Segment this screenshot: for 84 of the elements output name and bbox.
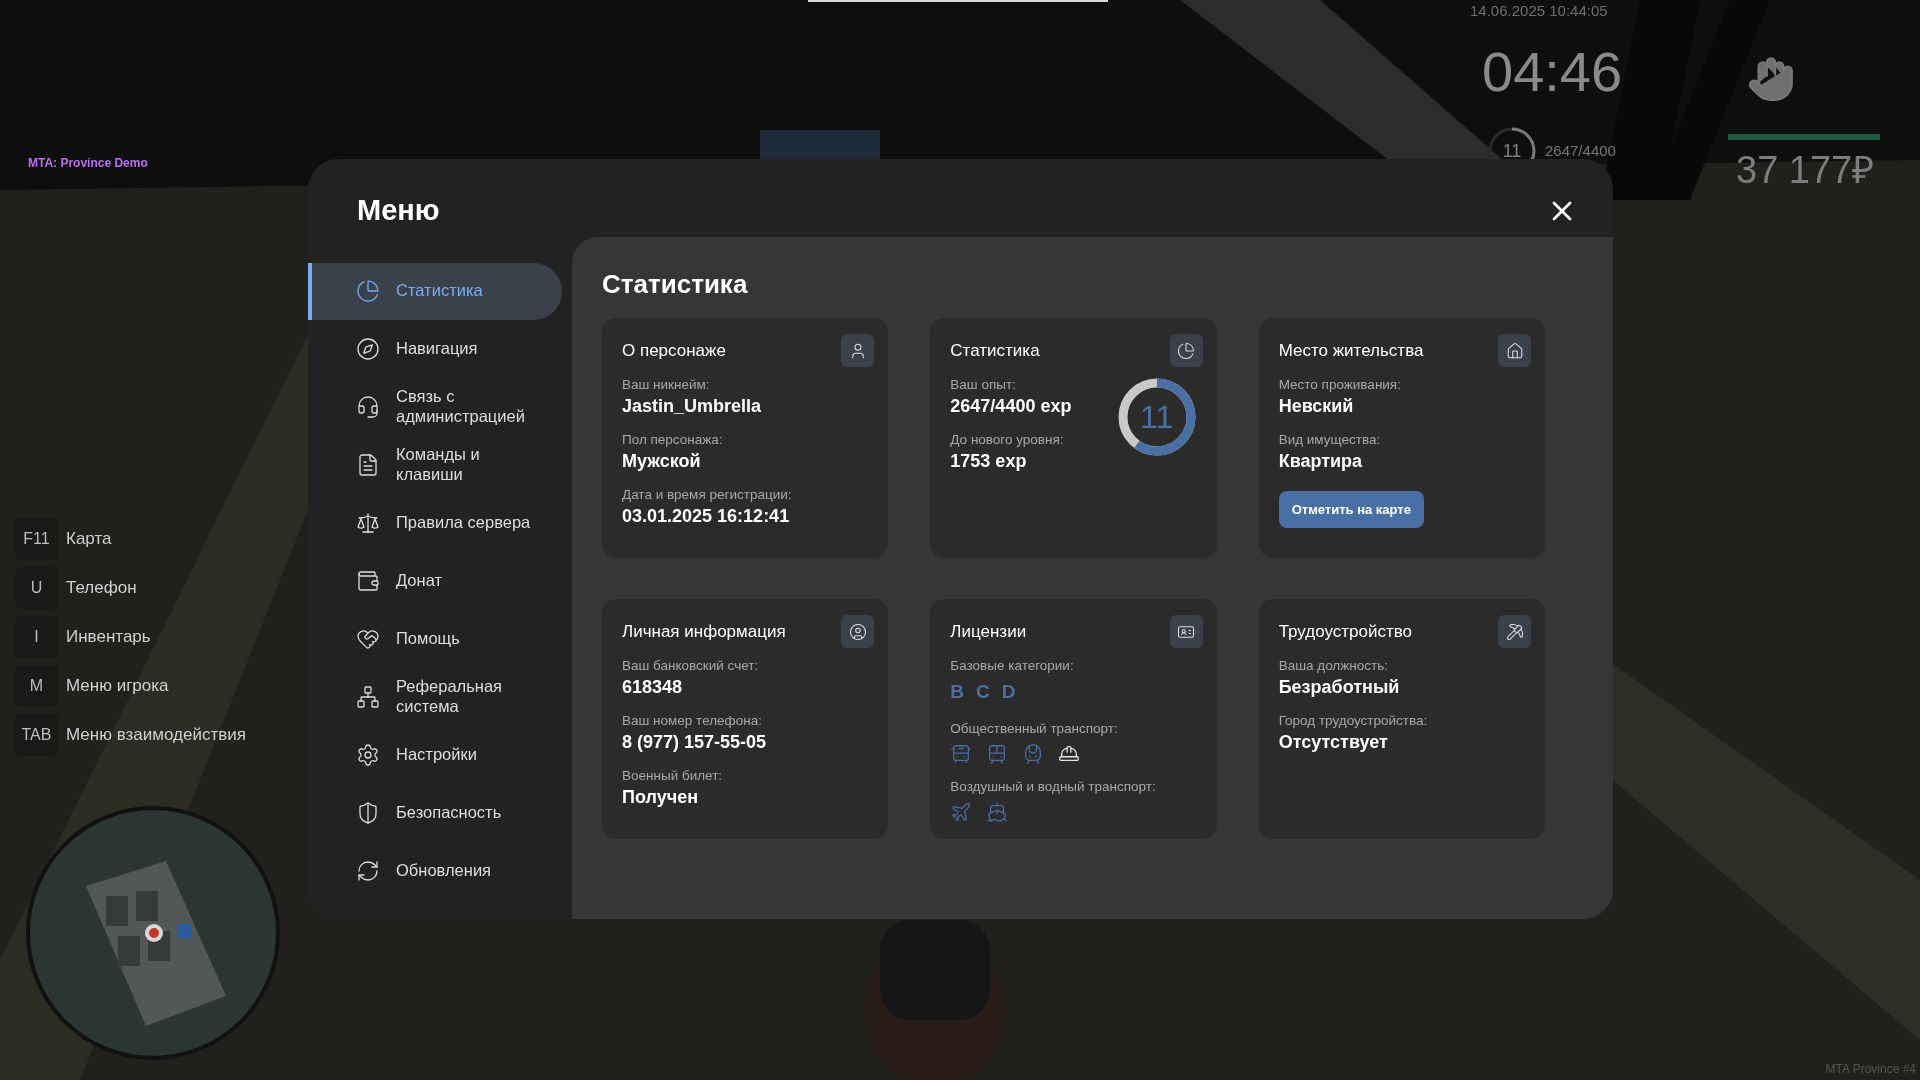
menu-item[interactable]: Донат [308,552,562,610]
shield-icon [356,801,380,825]
hotkey-label: Телефон [66,577,137,600]
field-value: Получен [622,785,700,809]
level-number: 11 [1140,398,1174,437]
menu-item[interactable]: Обновления [308,842,562,900]
field-label: Воздушный и водный транспорт: [950,778,1157,796]
date-time: 14.06.2025 10:44:05 [1470,1,1608,21]
field-label: Общественный транспорт: [950,719,1119,738]
field-label: Ваш никнейм: [622,376,711,394]
field-label: Ваш номер телефона: [622,711,763,730]
field-value: 03.01.2025 16:12:41 [622,504,791,528]
menu-item[interactable]: Помощь [308,610,562,668]
field-label: До нового уровня: [950,430,1065,449]
menu-item[interactable]: Настройки [308,726,562,784]
card-title: Статистика [950,339,1040,362]
hotkey-label: Меню взаимодействия [66,724,246,747]
menu-item[interactable]: Правила сервера [308,494,562,552]
wallet-icon [356,569,380,593]
menu-item[interactable]: Навигация [308,320,562,378]
compass-icon [356,337,380,361]
card-title: О персонаже [622,339,726,362]
section-title: Статистика [602,268,749,301]
scales-icon [356,511,380,535]
heart-handshake-icon [356,627,380,651]
pie-chart-icon [356,279,380,303]
mark-on-map-button[interactable]: Отметить на карте [1278,490,1424,528]
field-value: Квартира [1278,450,1364,473]
user-circle-icon [848,622,867,641]
key-cap: TAB [15,714,58,756]
license-category: C [976,680,990,705]
field-value: Отсутствует [1278,731,1389,754]
document-icon [356,453,380,477]
settings-icon [356,743,380,767]
field-label: Вид имущества: [1278,430,1382,449]
menu-item[interactable]: Команды и клавиши [308,436,562,494]
key-cap: M [15,665,58,707]
refresh-icon [356,859,380,883]
menu-item[interactable]: Реферальная система [308,668,562,726]
license-category: B [950,680,965,705]
field-value: 2647/4400 exp [950,395,1072,418]
network-icon [356,685,380,709]
clock: 04:46 [1482,44,1623,100]
experience-count: 2647/4400 [1545,140,1616,161]
field-label: Ваш опыт: [950,376,1017,394]
card-title: Место жительства [1278,339,1424,362]
menu-title: Меню [356,193,441,228]
hotkey-label: Карта [66,528,112,551]
pie-chart-icon [1177,341,1196,360]
field-value: Jastin_Umbrella [622,395,763,418]
field-label: Военный билет: [622,766,724,785]
hotkey-label: Меню игрока [66,675,169,698]
field-label: Город трудоустройства: [1278,711,1429,730]
field-value: 1753 exp [950,450,1028,473]
key-cap: U [15,567,58,609]
field-label: Ваша должность: [1278,657,1389,675]
field-label: Дата и время регистрации: [622,485,793,504]
field-value: Невский [1278,395,1355,418]
field-label: Место проживания: [1278,376,1402,394]
field-label: Базовые категории: [950,657,1075,675]
key-cap: I [15,616,58,658]
menu-item[interactable]: Статистика [308,262,562,320]
house-icon [1505,341,1524,360]
field-label: Пол персонажа: [622,430,724,449]
field-value: 8 (977) 157-55-05 [622,731,768,754]
field-value: Мужской [622,450,702,473]
hotkey-label: Инвентарь [66,626,151,649]
level-number: 11 [1502,139,1522,163]
pickaxe-icon [1505,622,1524,641]
field-value: 618348 [622,676,684,699]
fist-icon [1746,54,1796,104]
money-amount: 37 177₽ [1736,148,1875,193]
server-label: MTA: Province Demo [28,155,148,172]
menu-item[interactable]: Безопасность [308,784,562,842]
key-cap: F11 [15,518,58,560]
field-label: Ваш банковский счет: [622,657,760,675]
server-id: MTA Province #4 [1825,1061,1916,1078]
license-category: D [1001,680,1016,705]
headset-icon [356,395,380,419]
card-title: Личная информация [622,620,786,643]
card-title: Трудоустройство [1278,620,1413,643]
card-title: Лицензии [950,620,1027,643]
field-value: Безработный [1278,676,1401,699]
menu-item[interactable]: Связь с администрацией [308,378,562,436]
